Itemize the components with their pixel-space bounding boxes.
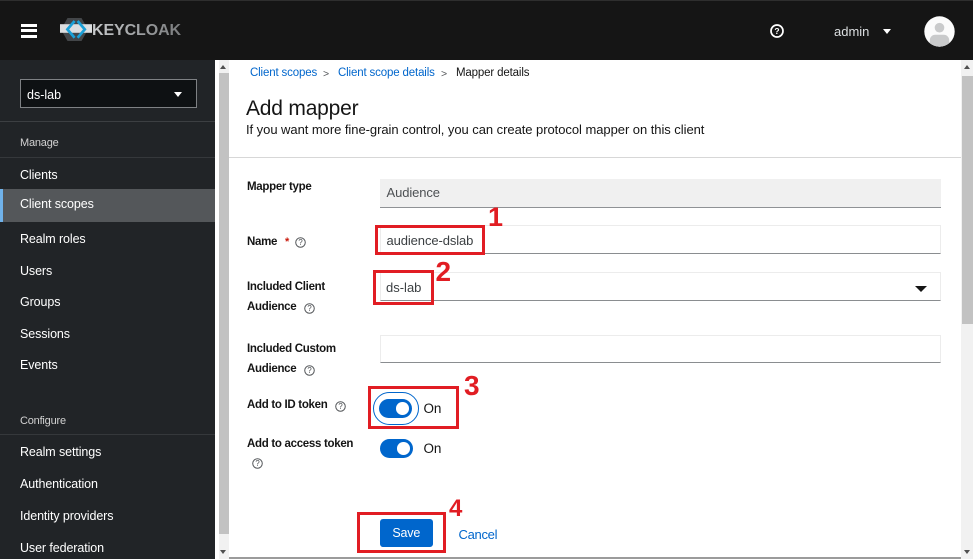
svg-text:?: ? (307, 366, 312, 375)
svg-text:?: ? (307, 304, 312, 313)
svg-text:?: ? (338, 402, 343, 411)
svg-text:?: ? (255, 460, 260, 469)
svg-text:?: ? (774, 26, 779, 36)
svg-text:?: ? (298, 238, 303, 247)
